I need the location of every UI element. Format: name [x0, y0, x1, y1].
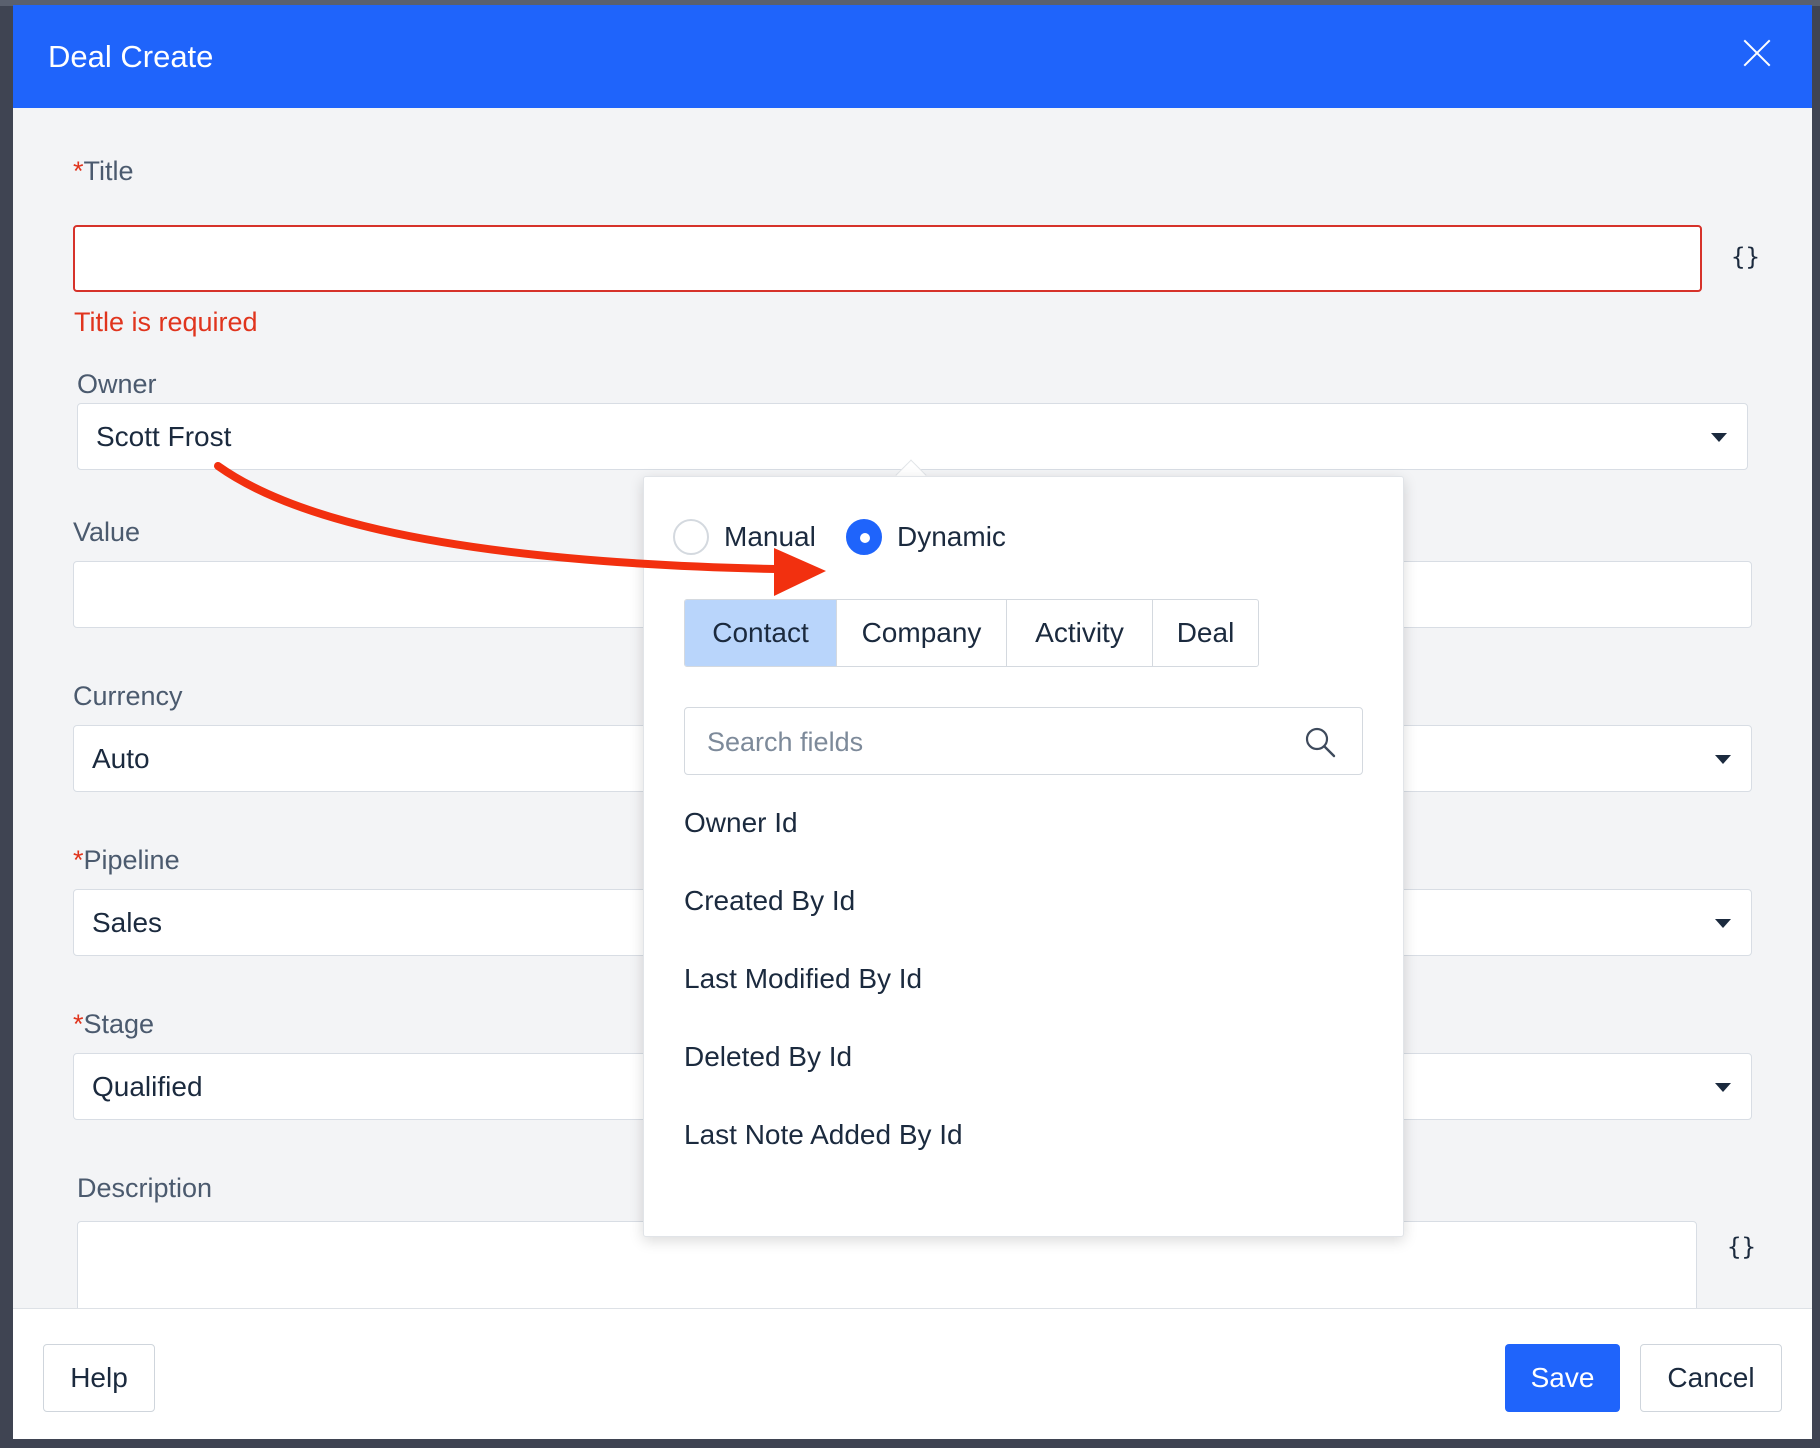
owner-label: Owner [77, 369, 157, 399]
value-label: Value [73, 517, 141, 547]
field-option-deleted-by-id[interactable]: Deleted By Id [684, 1041, 852, 1073]
chevron-down-icon [1711, 432, 1727, 442]
help-button[interactable]: Help [43, 1344, 155, 1412]
currency-label: Currency [73, 681, 183, 711]
stage-label: *Stage [73, 1009, 155, 1039]
manual-radio-label[interactable]: Manual [724, 521, 816, 553]
chevron-down-icon [1715, 754, 1731, 764]
manual-radio[interactable] [673, 519, 709, 555]
modal-title: Deal Create [48, 39, 214, 74]
dynamic-radio-label[interactable]: Dynamic [897, 521, 1006, 553]
braces-icon[interactable]: {} [1727, 1233, 1756, 1261]
currency-value: Auto [92, 742, 150, 774]
owner-select[interactable]: Scott Frost [77, 403, 1748, 470]
modal-footer: Help Save Cancel [13, 1308, 1812, 1439]
dynamic-radio[interactable] [846, 519, 882, 555]
pipeline-value: Sales [92, 906, 163, 938]
owner-value: Scott Frost [96, 420, 232, 452]
description-label: Description [77, 1173, 213, 1203]
tab-contact[interactable]: Contact [685, 600, 837, 666]
title-label: *Title [73, 156, 134, 186]
title-input[interactable] [73, 225, 1702, 292]
chevron-down-icon [1715, 1082, 1731, 1092]
field-source-tabs: Contact Company Activity Deal [684, 599, 1259, 667]
dynamic-field-popover: Manual Dynamic Contact Company Activity … [643, 476, 1404, 1237]
title-error: Title is required [74, 307, 258, 337]
save-button[interactable]: Save [1505, 1344, 1620, 1412]
braces-icon[interactable]: {} [1731, 243, 1760, 271]
search-fields-box [684, 707, 1363, 775]
tab-activity[interactable]: Activity [1007, 600, 1153, 666]
tab-deal[interactable]: Deal [1153, 600, 1258, 666]
field-option-owner-id[interactable]: Owner Id [684, 807, 798, 839]
tab-company[interactable]: Company [837, 600, 1007, 666]
field-option-created-by-id[interactable]: Created By Id [684, 885, 855, 917]
field-option-last-modified-by-id[interactable]: Last Modified By Id [684, 963, 922, 995]
field-option-last-note-added-by-id[interactable]: Last Note Added By Id [684, 1119, 963, 1151]
close-icon[interactable] [1742, 38, 1772, 68]
chevron-down-icon [1715, 918, 1731, 928]
stage-value: Qualified [92, 1070, 203, 1102]
search-input[interactable] [707, 722, 1287, 762]
modal-header: Deal Create [13, 5, 1812, 108]
search-icon[interactable] [1304, 726, 1336, 758]
pipeline-label: *Pipeline [73, 845, 180, 875]
cancel-button[interactable]: Cancel [1640, 1344, 1782, 1412]
